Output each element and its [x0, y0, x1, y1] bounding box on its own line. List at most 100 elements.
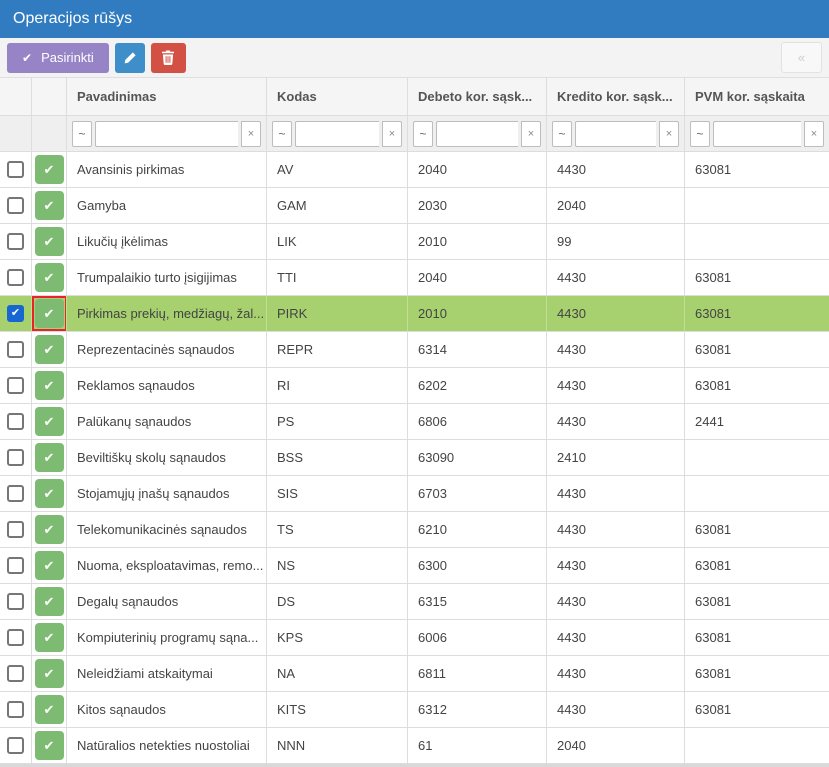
operation-types-table: Pavadinimas Kodas Debeto kor. sąsk... Kr… [0, 78, 829, 764]
collapse-button[interactable]: « [781, 42, 822, 73]
row-cell-debeto: 2010 [408, 296, 547, 331]
row-checkbox[interactable] [7, 593, 24, 610]
row-checkbox-cell [0, 332, 32, 367]
filter-clear-button[interactable]: × [382, 121, 402, 147]
filter-input-pvm[interactable] [713, 121, 801, 147]
filter-operator-button[interactable]: ~ [552, 121, 572, 147]
filter-clear-button[interactable]: × [241, 121, 261, 147]
row-checkbox[interactable] [7, 413, 24, 430]
table-row[interactable]: ✔Telekomunikacinės sąnaudosTS62104430630… [0, 512, 829, 548]
row-active-check-button[interactable]: ✔ [35, 659, 64, 688]
row-checkbox[interactable] [7, 269, 24, 286]
table-row[interactable]: ✔Palūkanų sąnaudosPS680644302441 [0, 404, 829, 440]
table-row[interactable]: ✔Trumpalaikio turto įsigijimasTTI2040443… [0, 260, 829, 296]
row-checkbox[interactable] [7, 701, 24, 718]
header-debeto[interactable]: Debeto kor. sąsk... [408, 78, 547, 115]
row-cell-pvm: 63081 [685, 368, 829, 403]
row-checkbox[interactable] [7, 341, 24, 358]
row-checkbox[interactable] [7, 233, 24, 250]
table-row[interactable]: ✔Stojamųjų įnašų sąnaudosSIS67034430 [0, 476, 829, 512]
row-checkbox[interactable] [7, 521, 24, 538]
filter-operator-button[interactable]: ~ [272, 121, 292, 147]
row-active-check-button[interactable]: ✔ [35, 551, 64, 580]
row-cell-kodas: NNN [267, 728, 408, 763]
edit-button[interactable] [115, 43, 145, 73]
check-icon: ✔ [44, 630, 55, 646]
row-checkbox[interactable] [7, 305, 24, 322]
check-icon: ✔ [44, 450, 55, 466]
row-cell-kodas: KITS [267, 692, 408, 727]
row-checkbox[interactable] [7, 377, 24, 394]
row-active-check-button[interactable]: ✔ [35, 299, 64, 328]
row-cell-kodas: AV [267, 152, 408, 187]
table-row[interactable]: ✔GamybaGAM20302040 [0, 188, 829, 224]
table-row[interactable]: ✔Natūralios netekties nuostoliaiNNN61204… [0, 728, 829, 764]
check-icon: ✔ [44, 234, 55, 250]
row-checkbox[interactable] [7, 737, 24, 754]
table-row[interactable]: ✔Likučių įkėlimasLIK201099 [0, 224, 829, 260]
row-active-cell: ✔ [32, 584, 67, 619]
header-kodas[interactable]: Kodas [267, 78, 408, 115]
table-row[interactable]: ✔Beviltiškų skolų sąnaudosBSS630902410 [0, 440, 829, 476]
filter-clear-button[interactable]: × [804, 121, 824, 147]
row-cell-pavadinimas: Reklamos sąnaudos [67, 368, 267, 403]
table-row[interactable]: ✔Avansinis pirkimasAV2040443063081 [0, 152, 829, 188]
row-checkbox[interactable] [7, 449, 24, 466]
row-active-check-button[interactable]: ✔ [35, 263, 64, 292]
row-cell-pvm: 63081 [685, 512, 829, 547]
delete-button[interactable] [151, 43, 186, 73]
row-active-check-button[interactable]: ✔ [35, 227, 64, 256]
filter-operator-button[interactable]: ~ [413, 121, 433, 147]
row-active-check-button[interactable]: ✔ [35, 479, 64, 508]
row-active-check-button[interactable]: ✔ [35, 155, 64, 184]
filter-operator-button[interactable]: ~ [72, 121, 92, 147]
row-checkbox[interactable] [7, 485, 24, 502]
row-cell-pavadinimas: Neleidžiami atskaitymai [67, 656, 267, 691]
row-active-check-button[interactable]: ✔ [35, 695, 64, 724]
row-active-check-button[interactable]: ✔ [35, 515, 64, 544]
filter-input-kredito[interactable] [575, 121, 656, 147]
row-checkbox[interactable] [7, 557, 24, 574]
table-row[interactable]: ✔Degalų sąnaudosDS6315443063081 [0, 584, 829, 620]
header-kredito[interactable]: Kredito kor. sąsk... [547, 78, 685, 115]
filter-clear-button[interactable]: × [521, 121, 541, 147]
table-row[interactable]: ✔Nuoma, eksploatavimas, remo...NS6300443… [0, 548, 829, 584]
row-cell-kodas: REPR [267, 332, 408, 367]
row-cell-kodas: NA [267, 656, 408, 691]
table-row[interactable]: ✔Kompiuterinių programų sąna...KPS600644… [0, 620, 829, 656]
filter-input-kodas[interactable] [295, 121, 379, 147]
header-pavadinimas[interactable]: Pavadinimas [67, 78, 267, 115]
row-active-check-button[interactable]: ✔ [35, 335, 64, 364]
row-checkbox[interactable] [7, 629, 24, 646]
row-cell-kodas: LIK [267, 224, 408, 259]
filter-input-debeto[interactable] [436, 121, 518, 147]
row-active-check-button[interactable]: ✔ [35, 407, 64, 436]
row-active-check-button[interactable]: ✔ [35, 443, 64, 472]
header-pvm[interactable]: PVM kor. sąskaita [685, 78, 829, 115]
table-row[interactable]: ✔Reklamos sąnaudosRI6202443063081 [0, 368, 829, 404]
row-active-check-button[interactable]: ✔ [35, 371, 64, 400]
row-active-check-button[interactable]: ✔ [35, 623, 64, 652]
filter-clear-button[interactable]: × [659, 121, 679, 147]
row-checkbox-cell [0, 476, 32, 511]
row-cell-debeto: 6314 [408, 332, 547, 367]
select-button[interactable]: ✔ Pasirinkti [7, 43, 109, 73]
check-icon: ✔ [44, 162, 55, 178]
row-checkbox[interactable] [7, 161, 24, 178]
filter-operator-button[interactable]: ~ [690, 121, 710, 147]
row-checkbox[interactable] [7, 665, 24, 682]
table-row[interactable]: ✔Reprezentacinės sąnaudosREPR63144430630… [0, 332, 829, 368]
row-active-check-button[interactable]: ✔ [35, 587, 64, 616]
table-row[interactable]: ✔Pirkimas prekių, medžiagų, žal...PIRK20… [0, 296, 829, 332]
table-row[interactable]: ✔Kitos sąnaudosKITS6312443063081 [0, 692, 829, 728]
row-cell-debeto: 6300 [408, 548, 547, 583]
row-active-cell: ✔ [32, 224, 67, 259]
row-checkbox-cell [0, 440, 32, 475]
row-checkbox[interactable] [7, 197, 24, 214]
row-checkbox-cell [0, 296, 32, 331]
row-active-check-button[interactable]: ✔ [35, 191, 64, 220]
row-active-check-button[interactable]: ✔ [35, 731, 64, 760]
row-cell-debeto: 6006 [408, 620, 547, 655]
filter-input-pavadinimas[interactable] [95, 121, 238, 147]
table-row[interactable]: ✔Neleidžiami atskaitymaiNA6811443063081 [0, 656, 829, 692]
